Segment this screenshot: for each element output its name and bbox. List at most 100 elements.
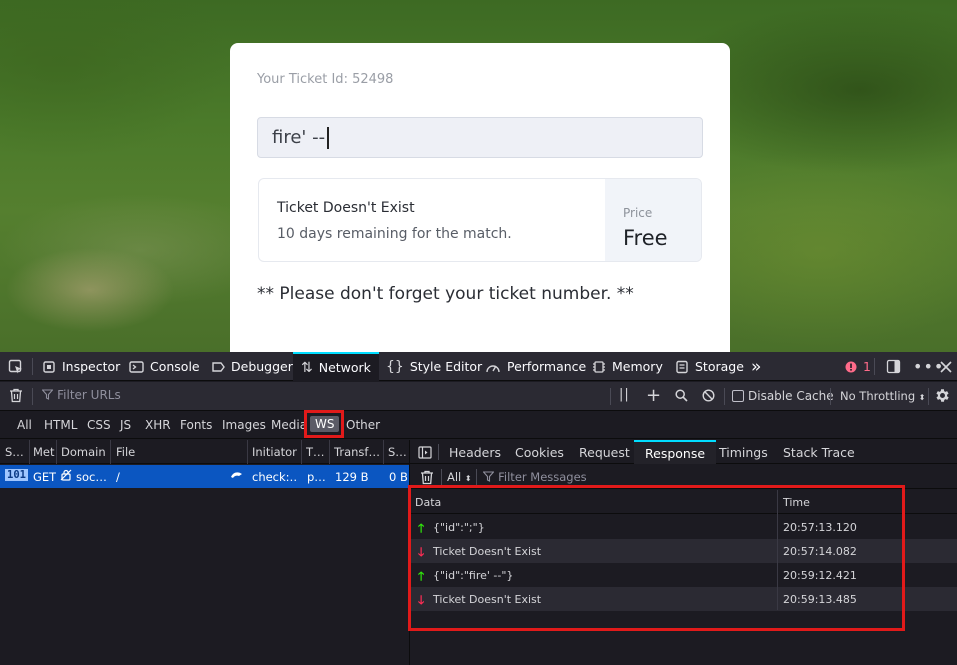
column-divider [383,440,384,464]
type-filter-other[interactable]: Other [346,418,380,432]
request-table-header: S… Met Domain File Initiator T… Transf… … [0,440,409,464]
toggle-sidebar-button[interactable] [418,440,432,464]
devtools-tabbar: Inspector Console Debugger ⇅ Network {} … [0,352,957,381]
more-tabs-button[interactable]: » [751,352,761,381]
insecure-lock-icon [60,469,72,484]
request-initiator[interactable]: check:… [252,470,297,484]
dock-button[interactable] [886,352,901,381]
result-info: Ticket Doesn't Exist 10 days remaining f… [259,179,605,261]
braces-icon: {} [386,358,404,375]
filter-urls-placeholder: Filter URLs [57,388,121,402]
column-transferred[interactable]: Transf… [334,445,382,459]
tab-network[interactable]: ⇅ Network [293,352,379,381]
throttling-select[interactable]: No Throttling ⬍ [840,389,925,403]
column-size[interactable]: S… [388,445,408,459]
detail-tab-cookies[interactable]: Cookies [515,440,564,464]
toolbar-divider [928,388,929,405]
request-domain: soc… [76,470,107,484]
message-type-value: All [447,470,462,484]
inspector-icon [43,360,55,373]
pause-button[interactable]: || [619,387,630,402]
detail-tab-headers[interactable]: Headers [449,440,501,464]
column-file[interactable]: File [116,445,216,459]
error-count: 1 [863,359,871,374]
detail-tabbar: Headers Cookies Request Response Timings… [410,440,957,464]
column-status[interactable]: S… [5,445,27,459]
tabbar-divider [874,358,875,375]
error-count-badge[interactable]: 1 [845,352,871,381]
type-filter-xhr[interactable]: XHR [145,418,171,432]
websocket-icon [230,469,243,484]
network-settings-button[interactable] [934,387,951,408]
tabbar-divider [32,358,33,375]
tab-style-editor[interactable]: {} Style Editor [386,352,482,381]
tab-label: Style Editor [409,359,483,374]
tab-label: Memory [612,359,663,374]
memory-chip-icon [593,360,605,373]
ticket-card: Your Ticket Id: 52498 fire' -- Ticket Do… [230,43,730,352]
filter-messages-input[interactable]: Filter Messages [482,470,587,485]
request-file: / [116,470,120,484]
column-divider [29,440,30,464]
tab-label: Performance [507,359,587,374]
dock-side-icon [886,359,901,374]
element-picker-button[interactable] [8,352,24,381]
filter-icon [41,389,54,400]
detail-tab-timings[interactable]: Timings [719,440,768,464]
picker-icon [8,359,22,373]
detail-tab-request[interactable]: Request [579,440,630,464]
price-panel: Price Free [605,179,701,261]
tab-performance[interactable]: Performance [485,352,586,381]
price-label: Price [623,206,653,220]
type-filter-css[interactable]: CSS [87,418,111,432]
chevron-double-right-icon: » [751,356,762,377]
type-filter-media[interactable]: Media [271,418,307,432]
column-divider [110,440,111,464]
gauge-icon [486,364,500,372]
type-filter-images[interactable]: Images [222,418,266,432]
request-size: 0 B [389,470,408,484]
clear-requests-button[interactable] [9,388,23,407]
tab-console[interactable]: Console [129,352,200,381]
toolbar-divider [610,388,611,405]
column-domain[interactable]: Domain [61,445,111,459]
trash-icon [10,388,22,403]
type-filter-fonts[interactable]: Fonts [180,418,212,432]
close-icon [940,360,952,373]
reminder-text: ** Please don't forget your ticket numbe… [257,284,634,304]
new-request-button[interactable]: + [646,385,661,406]
tab-label: Storage [695,359,744,374]
storage-icon [676,360,688,373]
tab-debugger[interactable]: Debugger [211,352,293,381]
search-button[interactable] [675,389,688,406]
column-method[interactable]: Met [33,445,55,459]
ticket-id-input[interactable]: fire' -- [257,117,703,158]
detail-tab-response[interactable]: Response [634,440,717,464]
page-viewport: Your Ticket Id: 52498 fire' -- Ticket Do… [0,0,957,352]
toolbar-divider [476,469,477,485]
filter-urls-input[interactable]: Filter URLs [41,388,121,403]
disable-cache-checkbox[interactable]: Disable Cache [732,389,834,403]
plus-icon: + [646,385,662,406]
close-devtools-button[interactable] [940,352,952,381]
request-method: GET [33,470,57,484]
tab-memory[interactable]: Memory [592,352,663,381]
type-filter-all[interactable]: All [17,418,32,432]
throttling-value: No Throttling [840,389,916,403]
tab-storage[interactable]: Storage [675,352,744,381]
filter-messages-placeholder: Filter Messages [498,470,587,484]
column-initiator[interactable]: Initiator [252,445,302,459]
gear-icon [936,389,949,402]
tab-inspector[interactable]: Inspector [42,352,120,381]
request-row-selected[interactable]: 101 GET soc… / check:… p… 129 B 0 B [0,465,409,488]
block-icon [702,389,715,402]
type-filter-js[interactable]: JS [120,418,131,432]
type-filter-html[interactable]: HTML [44,418,77,432]
block-button[interactable] [702,389,715,406]
column-type[interactable]: T… [306,445,328,459]
message-type-select[interactable]: All ⬍ [447,470,472,484]
tab-label: Network [318,360,371,375]
column-divider [247,440,248,464]
updown-chevron-icon: ⬍ [918,393,926,402]
detail-tab-stack-trace[interactable]: Stack Trace [783,440,855,464]
